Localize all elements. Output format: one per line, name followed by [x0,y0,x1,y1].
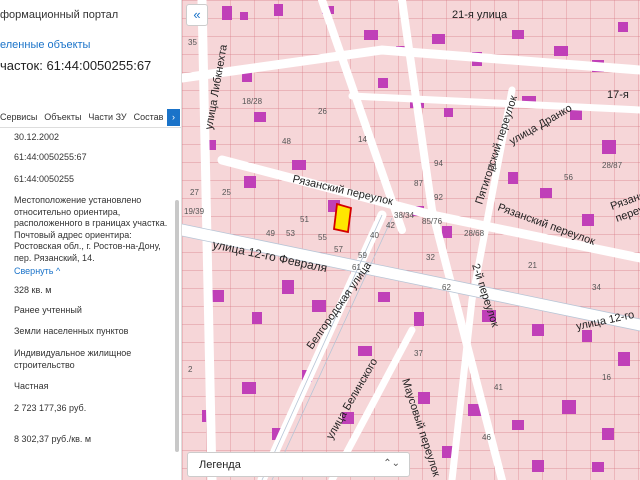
prop-address: Местоположение установлено относительно … [14,195,168,263]
prop-ownership: Частная [14,381,49,391]
parcel-number: 87 [414,179,423,188]
parcel-number: 21 [528,261,537,270]
parcel-number: 40 [370,231,379,240]
parcel-number: 49 [266,229,275,238]
parcel-number: 32 [426,253,435,262]
prop-quarter: 61:44:0050255 [14,174,75,184]
parcel-number: 42 [386,221,395,230]
tab-objects[interactable]: Объекты [44,112,88,122]
parcel-number: 37 [414,349,423,358]
tab-composition[interactable]: Состав [134,112,171,122]
parcel-number: 48 [282,137,291,146]
selected-objects-link[interactable]: еленные объекты [0,39,90,51]
collapse-link[interactable]: Свернуть ^ [14,266,174,278]
prop-specific-value: 8 302,37 руб./кв. м [14,434,92,444]
info-panel: формационный портал еленные объекты част… [0,0,182,480]
parcel-number: 55 [318,233,327,242]
prop-category: Земли населенных пунктов [14,326,129,336]
parcel-number: 53 [286,229,295,238]
parcel-number: 28/87 [602,161,623,170]
parcel-number: 57 [334,245,343,254]
parcel-number: 59 [358,251,367,260]
legend-label: Легенда [199,459,241,471]
parcel-number: 14 [358,135,367,144]
parcel-number: 62 [442,283,451,292]
parcel-number: 16 [602,373,611,382]
parcel-title: часток: 61:44:0050255:67 [0,58,152,73]
panel-scrollbar[interactable] [175,200,179,452]
cadastral-map[interactable]: 21-я улица улица Либкнехта улица Дранко … [182,0,640,480]
legend-dropdown[interactable]: Легенда ⌃⌄ [187,452,410,477]
tab-parts[interactable]: Части ЗУ [88,112,133,122]
street-label: 17-я [607,89,629,101]
parcel-number: 27 [190,188,199,197]
prop-cadastral-value: 2 723 177,36 руб. [14,403,87,413]
prop-usage: Индивидуальное жилищное строительство [14,348,132,370]
parcel-number: 54 [488,163,497,172]
parcel-number: 92 [434,193,443,202]
parcel-number: 35 [188,38,197,47]
parcel-number: 94 [434,159,443,168]
street-label: 21-я улица [452,9,508,21]
chevron-updown-icon: ⌃⌄ [383,458,400,469]
parcel-number: 2 [188,365,193,374]
parcel-number: 28/68 [464,229,485,238]
prop-area: 328 кв. м [14,285,52,295]
parcel-number: 18/28 [242,97,263,106]
parcel-number: 61 [352,263,361,272]
prop-cadastral-number: 61:44:0050255:67 [14,152,87,162]
tab-bar: Сервисы Объекты Части ЗУ Состав › [0,106,181,128]
parcel-number: 19/39 [184,207,205,216]
parcel-number: 41 [494,383,503,392]
parcel-number: 34 [592,283,601,292]
prop-status: Ранее учтенный [14,305,82,315]
collapse-label[interactable]: Свернуть [14,266,53,276]
parcel-number: 46 [482,433,491,442]
tab-services[interactable]: Сервисы [0,112,44,122]
map-canvas[interactable]: 21-я улица улица Либкнехта улица Дранко … [182,0,640,480]
collapse-panel-button[interactable]: « [186,4,208,26]
parcel-number: 25 [222,188,231,197]
prop-date: 30.12.2002 [14,132,60,142]
portal-title: формационный портал [0,9,119,21]
parcel-number: 51 [300,215,309,224]
parcel-number: 38/34 [394,211,415,220]
parcel-number: 56 [564,173,573,182]
parcel-number: 85/76 [422,217,443,226]
tab-scroll-right-button[interactable]: › [167,109,180,126]
selected-parcel[interactable] [333,202,352,234]
chevron-up-icon[interactable]: ^ [56,266,60,276]
parcel-number: 26 [318,107,327,116]
